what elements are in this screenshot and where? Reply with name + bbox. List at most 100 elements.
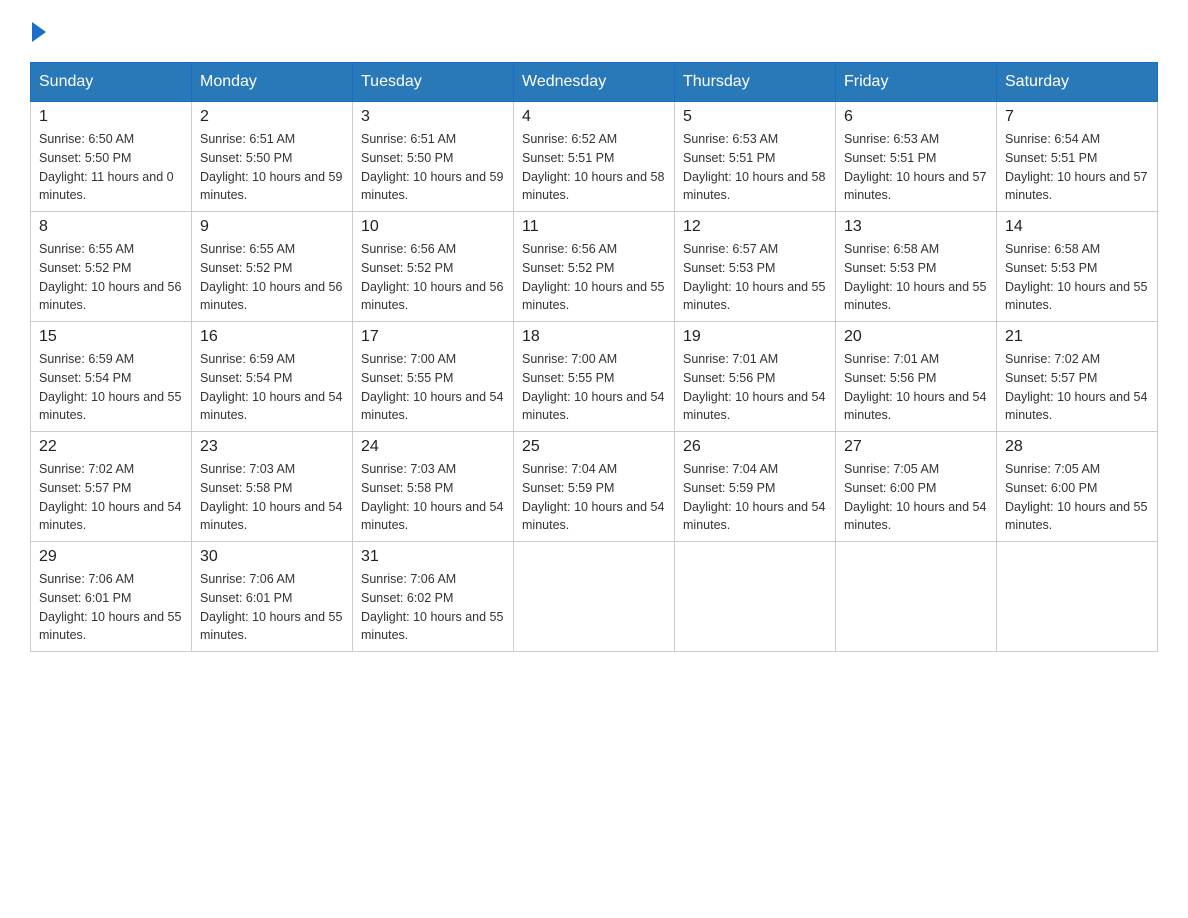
calendar-header-monday: Monday [192,63,353,102]
calendar-header-friday: Friday [836,63,997,102]
calendar-header-sunday: Sunday [31,63,192,102]
day-info: Sunrise: 6:55 AMSunset: 5:52 PMDaylight:… [39,240,183,315]
calendar-cell [997,542,1158,652]
day-info: Sunrise: 7:04 AMSunset: 5:59 PMDaylight:… [683,460,827,535]
calendar-cell: 10 Sunrise: 6:56 AMSunset: 5:52 PMDaylig… [353,212,514,322]
day-number: 1 [39,108,183,126]
day-info: Sunrise: 7:06 AMSunset: 6:01 PMDaylight:… [39,570,183,645]
page-header [30,20,1158,42]
day-number: 4 [522,108,666,126]
day-info: Sunrise: 6:54 AMSunset: 5:51 PMDaylight:… [1005,130,1149,205]
day-info: Sunrise: 6:56 AMSunset: 5:52 PMDaylight:… [361,240,505,315]
day-info: Sunrise: 6:50 AMSunset: 5:50 PMDaylight:… [39,130,183,205]
day-info: Sunrise: 6:52 AMSunset: 5:51 PMDaylight:… [522,130,666,205]
day-info: Sunrise: 6:53 AMSunset: 5:51 PMDaylight:… [683,130,827,205]
day-number: 25 [522,438,666,456]
calendar-week-row: 29 Sunrise: 7:06 AMSunset: 6:01 PMDaylig… [31,542,1158,652]
day-number: 2 [200,108,344,126]
day-info: Sunrise: 6:56 AMSunset: 5:52 PMDaylight:… [522,240,666,315]
calendar-cell: 13 Sunrise: 6:58 AMSunset: 5:53 PMDaylig… [836,212,997,322]
day-number: 26 [683,438,827,456]
calendar-cell: 9 Sunrise: 6:55 AMSunset: 5:52 PMDayligh… [192,212,353,322]
day-number: 17 [361,328,505,346]
day-info: Sunrise: 7:02 AMSunset: 5:57 PMDaylight:… [39,460,183,535]
calendar-cell: 11 Sunrise: 6:56 AMSunset: 5:52 PMDaylig… [514,212,675,322]
calendar-cell: 2 Sunrise: 6:51 AMSunset: 5:50 PMDayligh… [192,102,353,212]
day-info: Sunrise: 6:59 AMSunset: 5:54 PMDaylight:… [200,350,344,425]
calendar-cell: 5 Sunrise: 6:53 AMSunset: 5:51 PMDayligh… [675,102,836,212]
calendar-cell: 21 Sunrise: 7:02 AMSunset: 5:57 PMDaylig… [997,322,1158,432]
day-info: Sunrise: 7:03 AMSunset: 5:58 PMDaylight:… [361,460,505,535]
day-number: 30 [200,548,344,566]
calendar-cell: 24 Sunrise: 7:03 AMSunset: 5:58 PMDaylig… [353,432,514,542]
day-number: 16 [200,328,344,346]
day-number: 13 [844,218,988,236]
calendar-cell: 23 Sunrise: 7:03 AMSunset: 5:58 PMDaylig… [192,432,353,542]
day-info: Sunrise: 6:58 AMSunset: 5:53 PMDaylight:… [844,240,988,315]
calendar-cell: 12 Sunrise: 6:57 AMSunset: 5:53 PMDaylig… [675,212,836,322]
day-info: Sunrise: 6:55 AMSunset: 5:52 PMDaylight:… [200,240,344,315]
day-number: 8 [39,218,183,236]
calendar-cell [675,542,836,652]
day-info: Sunrise: 6:58 AMSunset: 5:53 PMDaylight:… [1005,240,1149,315]
calendar-cell: 28 Sunrise: 7:05 AMSunset: 6:00 PMDaylig… [997,432,1158,542]
calendar-header-tuesday: Tuesday [353,63,514,102]
calendar-cell: 14 Sunrise: 6:58 AMSunset: 5:53 PMDaylig… [997,212,1158,322]
calendar-cell: 8 Sunrise: 6:55 AMSunset: 5:52 PMDayligh… [31,212,192,322]
calendar-week-row: 1 Sunrise: 6:50 AMSunset: 5:50 PMDayligh… [31,102,1158,212]
day-number: 5 [683,108,827,126]
day-info: Sunrise: 7:03 AMSunset: 5:58 PMDaylight:… [200,460,344,535]
calendar-week-row: 15 Sunrise: 6:59 AMSunset: 5:54 PMDaylig… [31,322,1158,432]
day-info: Sunrise: 7:06 AMSunset: 6:01 PMDaylight:… [200,570,344,645]
logo [30,20,48,42]
calendar-cell: 30 Sunrise: 7:06 AMSunset: 6:01 PMDaylig… [192,542,353,652]
day-info: Sunrise: 6:57 AMSunset: 5:53 PMDaylight:… [683,240,827,315]
day-number: 14 [1005,218,1149,236]
calendar-cell: 6 Sunrise: 6:53 AMSunset: 5:51 PMDayligh… [836,102,997,212]
calendar-cell [514,542,675,652]
calendar-cell: 22 Sunrise: 7:02 AMSunset: 5:57 PMDaylig… [31,432,192,542]
day-info: Sunrise: 6:51 AMSunset: 5:50 PMDaylight:… [200,130,344,205]
day-number: 7 [1005,108,1149,126]
day-info: Sunrise: 6:51 AMSunset: 5:50 PMDaylight:… [361,130,505,205]
day-number: 24 [361,438,505,456]
calendar-cell: 26 Sunrise: 7:04 AMSunset: 5:59 PMDaylig… [675,432,836,542]
day-info: Sunrise: 6:53 AMSunset: 5:51 PMDaylight:… [844,130,988,205]
calendar-cell: 3 Sunrise: 6:51 AMSunset: 5:50 PMDayligh… [353,102,514,212]
calendar-week-row: 22 Sunrise: 7:02 AMSunset: 5:57 PMDaylig… [31,432,1158,542]
day-number: 19 [683,328,827,346]
day-info: Sunrise: 6:59 AMSunset: 5:54 PMDaylight:… [39,350,183,425]
day-info: Sunrise: 7:00 AMSunset: 5:55 PMDaylight:… [361,350,505,425]
day-number: 11 [522,218,666,236]
day-number: 18 [522,328,666,346]
day-number: 10 [361,218,505,236]
day-number: 28 [1005,438,1149,456]
calendar-cell: 4 Sunrise: 6:52 AMSunset: 5:51 PMDayligh… [514,102,675,212]
day-number: 9 [200,218,344,236]
calendar-header-row: SundayMondayTuesdayWednesdayThursdayFrid… [31,63,1158,102]
calendar-cell: 27 Sunrise: 7:05 AMSunset: 6:00 PMDaylig… [836,432,997,542]
day-number: 6 [844,108,988,126]
day-number: 29 [39,548,183,566]
calendar-cell: 1 Sunrise: 6:50 AMSunset: 5:50 PMDayligh… [31,102,192,212]
day-number: 22 [39,438,183,456]
calendar-table: SundayMondayTuesdayWednesdayThursdayFrid… [30,62,1158,652]
day-number: 15 [39,328,183,346]
calendar-cell: 16 Sunrise: 6:59 AMSunset: 5:54 PMDaylig… [192,322,353,432]
calendar-cell: 17 Sunrise: 7:00 AMSunset: 5:55 PMDaylig… [353,322,514,432]
day-info: Sunrise: 7:04 AMSunset: 5:59 PMDaylight:… [522,460,666,535]
day-number: 3 [361,108,505,126]
calendar-week-row: 8 Sunrise: 6:55 AMSunset: 5:52 PMDayligh… [31,212,1158,322]
calendar-cell: 7 Sunrise: 6:54 AMSunset: 5:51 PMDayligh… [997,102,1158,212]
day-info: Sunrise: 7:01 AMSunset: 5:56 PMDaylight:… [683,350,827,425]
day-number: 12 [683,218,827,236]
calendar-header-saturday: Saturday [997,63,1158,102]
day-info: Sunrise: 7:06 AMSunset: 6:02 PMDaylight:… [361,570,505,645]
day-number: 23 [200,438,344,456]
calendar-cell: 18 Sunrise: 7:00 AMSunset: 5:55 PMDaylig… [514,322,675,432]
day-number: 20 [844,328,988,346]
day-number: 27 [844,438,988,456]
calendar-cell [836,542,997,652]
calendar-header-thursday: Thursday [675,63,836,102]
day-number: 31 [361,548,505,566]
